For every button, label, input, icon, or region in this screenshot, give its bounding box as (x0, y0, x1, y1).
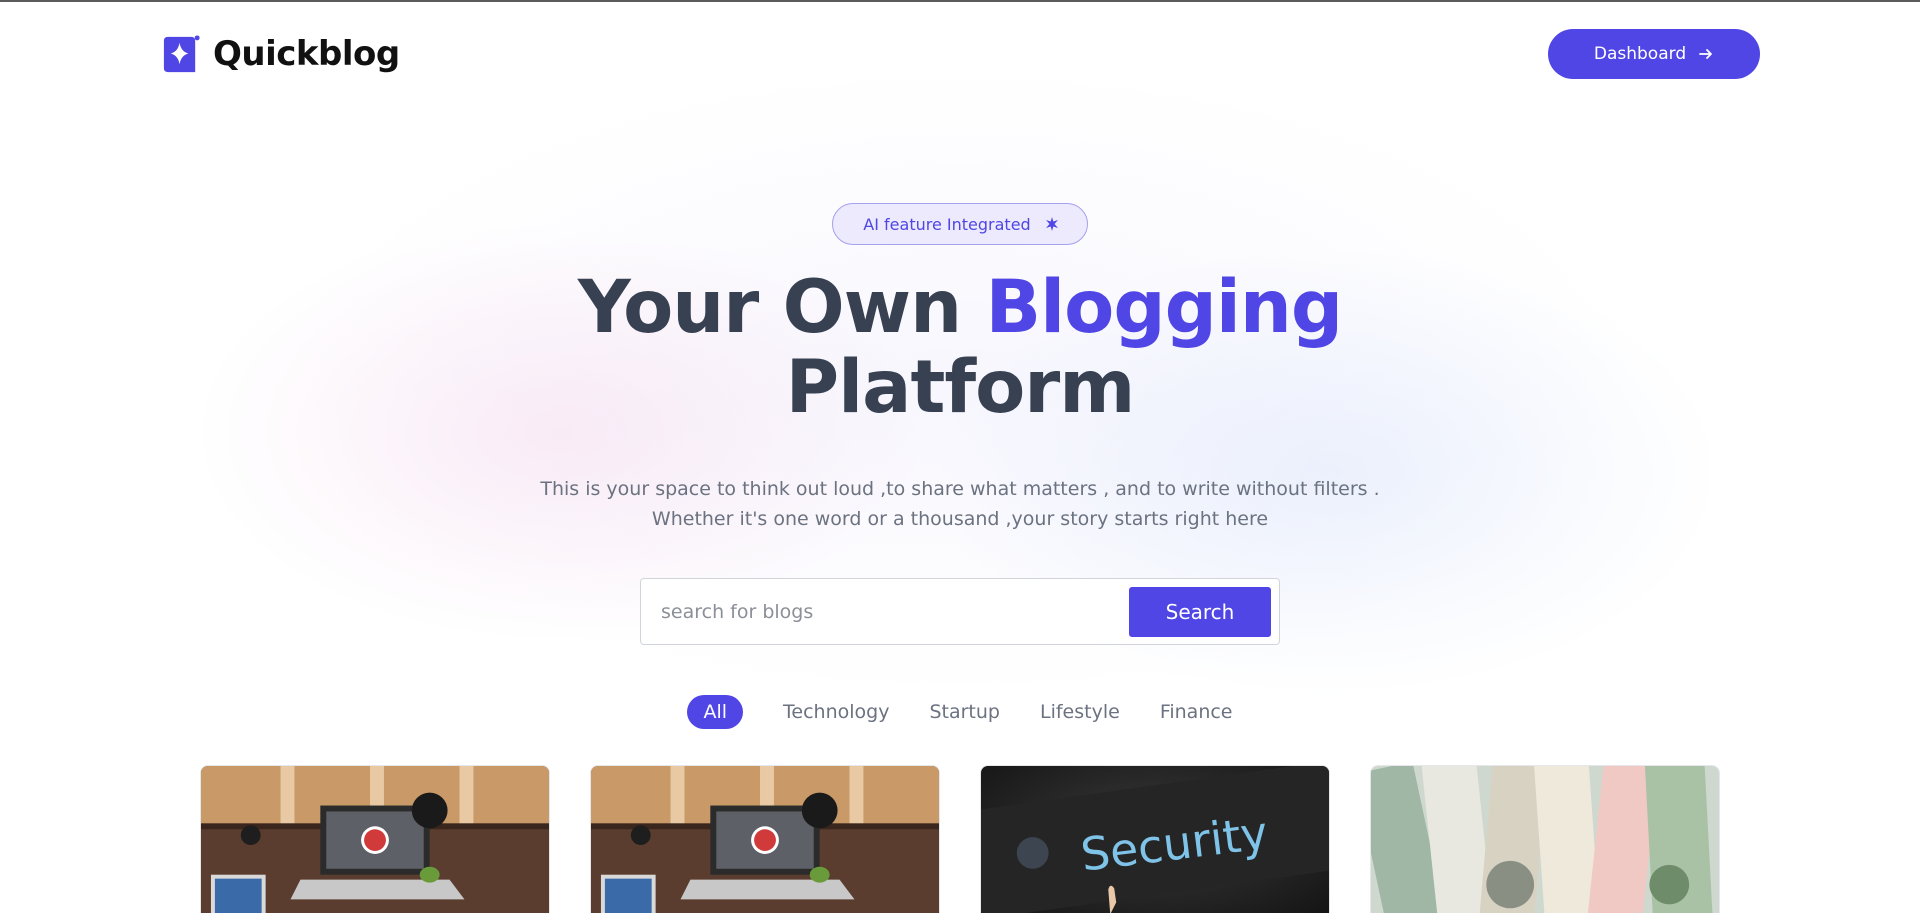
ai-badge-label: AI feature Integrated (863, 214, 1031, 234)
dashboard-button[interactable]: Dashboard (1548, 29, 1760, 79)
search-form: Search (640, 578, 1280, 645)
hero-section: AI feature Integrated Your Own Blogging … (0, 203, 1920, 729)
security-keyboard-image: Security (981, 766, 1329, 913)
search-button[interactable]: Search (1129, 586, 1271, 637)
hero-title: Your Own Blogging Platform (0, 268, 1920, 428)
category-finance[interactable]: Finance (1160, 701, 1233, 723)
arrow-right-icon (1699, 49, 1713, 59)
category-all[interactable]: All (687, 695, 744, 729)
brand-name: Quickblog (213, 34, 400, 74)
hero-title-part2: Platform (785, 345, 1136, 430)
hero-title-accent: Blogging (985, 265, 1344, 350)
sparkle-star-icon (1045, 217, 1058, 231)
category-startup[interactable]: Startup (929, 701, 1000, 723)
blog-card[interactable] (200, 765, 550, 913)
search-input[interactable] (661, 600, 1129, 623)
category-technology[interactable]: Technology (783, 701, 889, 723)
ai-feature-badge: AI feature Integrated (832, 203, 1088, 245)
category-filter: All Technology Startup Lifestyle Finance (0, 695, 1920, 729)
desk-workspace-image (591, 766, 939, 913)
quickblog-logo-icon (163, 34, 200, 72)
hero-subtitle: This is your space to think out loud ,to… (540, 478, 1380, 530)
blog-card-grid: Security (200, 765, 1720, 913)
dashboard-button-label: Dashboard (1593, 44, 1687, 64)
blog-card[interactable] (590, 765, 940, 913)
brand-logo[interactable]: Quickblog (160, 33, 400, 76)
top-nav: Quickblog Dashboard (0, 2, 1920, 106)
money-rolls-image (1371, 766, 1719, 913)
blog-card[interactable]: Security (980, 765, 1330, 913)
category-lifestyle[interactable]: Lifestyle (1040, 701, 1120, 723)
blog-card[interactable] (1370, 765, 1720, 913)
desk-workspace-image (201, 766, 549, 913)
hero-title-part1: Your Own (577, 265, 986, 350)
